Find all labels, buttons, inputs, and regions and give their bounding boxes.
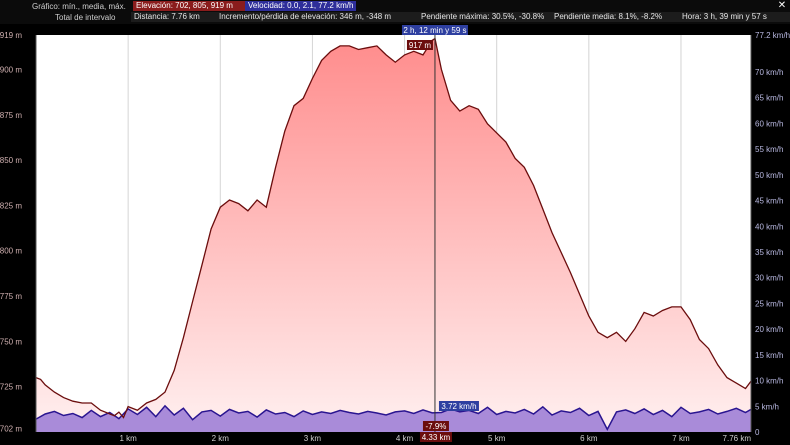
x-tick-label: 3 km [304,434,322,443]
y-right-tick-label: 65 km/h [755,94,783,103]
x-tick-label: 6 km [580,434,598,443]
elevation-speed-chart[interactable]: 1 km 2 km 3 km 4 km 5 km 6 km 7 km 7.76 km 702 m… [0,24,790,445]
x-tick-label: 5 km [488,434,506,443]
x-end-label: 7.76 km [723,434,752,443]
summary-bar: Gráfico: mín., media, máx. Elevación: 70… [0,0,790,24]
cursor-slope-badge: -7.9% [422,421,449,431]
cursor-elevation-badge-text: 917 m [409,41,432,50]
x-tick-label: 7 km [672,434,690,443]
cursor-elevation-badge: 917 m [406,40,433,50]
y-left-tick-label: 900 m [0,65,22,74]
x-tick-label: 2 km [212,434,230,443]
y-left-tick-label: 875 m [0,111,22,120]
cursor-speed-badge-text: 3.72 km/h [441,402,476,411]
max-slope-stat: Pendiente máxima: 30.5%, -30.8% [418,12,554,22]
cursor-distance-badge-text: 4.33 km [422,433,451,442]
y-right-tick-label: 40 km/h [755,222,783,231]
x-tick-label: 1 km [119,434,137,443]
x-tick-label: 4 km [396,434,414,443]
y-right-tick-label: 10 km/h [755,377,783,386]
y-right-tick-label: 30 km/h [755,274,783,283]
y-left-tick-label: 800 m [0,247,22,256]
y-right-tick-label: 70 km/h [755,68,783,77]
y-left-tick-label: 850 m [0,156,22,165]
distance-stat: Distancia: 7.76 km [131,12,219,22]
cursor-speed-badge: 3.72 km/h [438,401,479,411]
elevation-summary-pill[interactable]: Elevación: 702, 805, 919 m [133,1,247,11]
y-left-tick-label: 775 m [0,292,22,301]
y-right-tick-label: 50 km/h [755,171,783,180]
cursor-time-badge: 2 h, 12 min y 59 s [401,25,468,35]
y-left-tick-label: 725 m [0,383,22,392]
y-left-tick-label: 825 m [0,201,22,210]
y-right-tick-label: 20 km/h [755,325,783,334]
cursor-time-badge-text: 2 h, 12 min y 59 s [403,26,466,35]
avg-slope-stat: Pendiente media: 8.1%, -8.2% [551,12,682,22]
y-right-tick-label: 35 km/h [755,248,783,257]
cursor-distance-badge: 4.33 km [419,432,452,442]
cursor-slope-badge-text: -7.9% [426,422,447,431]
time-stat: Hora: 3 h, 39 min y 57 s [679,12,790,22]
y-right-tick-label: 45 km/h [755,197,783,206]
chart-label: Gráfico: mín., media, máx. [32,2,126,11]
y-left-tick-label: 750 m [0,337,22,346]
y-left-tick-label: 919 m [0,31,22,40]
y-right-tick-label: 15 km/h [755,351,783,360]
y-right-zero-label: 0 [755,428,760,437]
y-right-tick-label: 77.2 km/h [755,31,790,40]
y-right-tick-label: 25 km/h [755,299,783,308]
elevation-gain-stat: Incremento/pérdida de elevación: 346 m, … [216,12,420,22]
y-right-tick-label: 55 km/h [755,145,783,154]
close-icon[interactable]: ✕ [776,1,788,11]
y-right-tick-label: 60 km/h [755,119,783,128]
y-right-tick-label: 5 km/h [755,402,779,411]
interval-label: Total de intervalo [55,13,116,22]
speed-summary-pill[interactable]: Velocidad: 0.0, 2.1, 77.2 km/h [245,1,356,11]
y-left-tick-label: 702 m [0,424,22,433]
